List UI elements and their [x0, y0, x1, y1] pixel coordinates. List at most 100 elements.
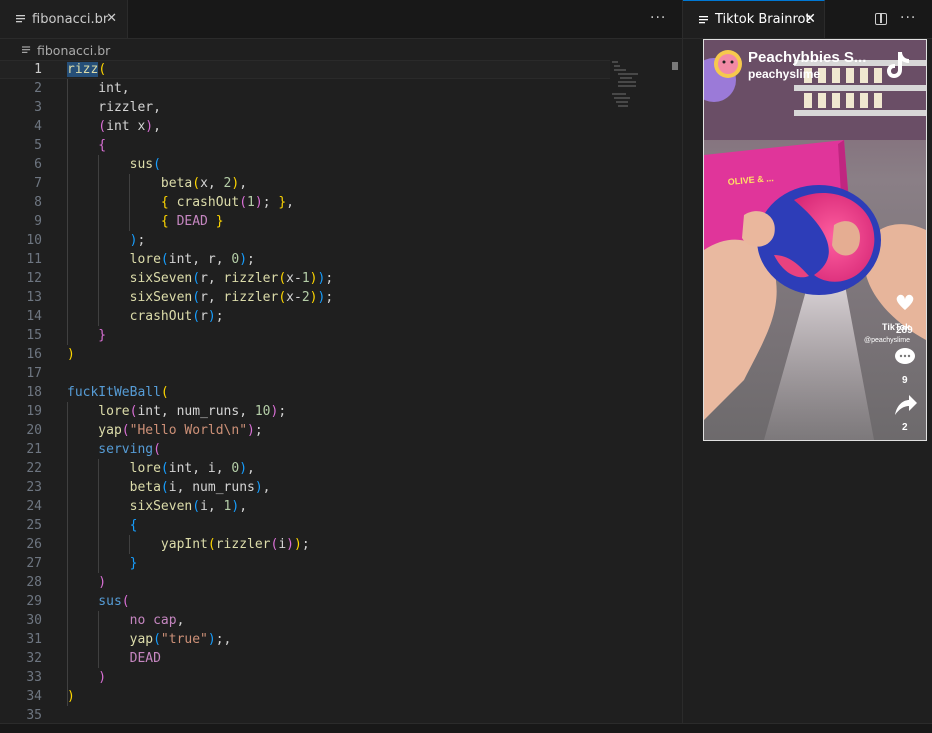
code-token: , [176, 613, 185, 628]
code-token: , [247, 461, 255, 476]
code-token: serving [67, 442, 154, 457]
code-line[interactable]: 29 sus( [0, 592, 610, 611]
code-line[interactable]: 6 sus( [0, 155, 610, 174]
code-token: lore [67, 404, 130, 419]
code-text: int, [67, 79, 130, 98]
breadcrumb-file[interactable]: fibonacci.br [37, 43, 110, 58]
code-text: rizz( [67, 60, 106, 79]
code-line[interactable]: 9 { DEAD } [0, 212, 610, 231]
code-text: lore(int, num_runs, 10); [67, 402, 286, 421]
code-line[interactable]: 21 serving( [0, 440, 610, 459]
code-token: ; [215, 309, 224, 324]
code-line[interactable]: 10 ); [0, 231, 610, 250]
code-line[interactable]: 26 yapInt(rizzler(i)); [0, 535, 610, 554]
code-text: } [67, 326, 106, 345]
code-token: ) [239, 252, 248, 267]
code-token: i, num_runs [168, 480, 255, 495]
code-line[interactable]: 13 sixSeven(r, rizzler(x-2)); [0, 288, 610, 307]
code-text: { [67, 136, 106, 155]
code-line[interactable]: 17 [0, 364, 610, 383]
code-token: ( [67, 119, 107, 134]
code-line[interactable]: 19 lore(int, num_runs, 10); [0, 402, 610, 421]
code-line[interactable]: 23 beta(i, num_runs), [0, 478, 610, 497]
minimap[interactable] [610, 60, 670, 120]
code-token: ( [153, 442, 161, 457]
code-line[interactable]: 18 fuckItWeBall( [0, 383, 610, 402]
tab-label: fibonacci.br [32, 11, 109, 27]
code-line[interactable]: 30 no cap, [0, 611, 610, 630]
code-line[interactable]: 3 rizzler, [0, 98, 610, 117]
scrollbar-thumb[interactable] [672, 62, 678, 70]
ellipsis-icon[interactable]: ··· [650, 10, 666, 26]
code-editor[interactable]: 1 rizz(2 int, 3 rizzler, 4 (int x), 5 {6 sus… [0, 60, 610, 730]
ellipsis-icon[interactable]: ··· [900, 10, 916, 26]
line-number: 11 [26, 252, 42, 267]
code-line[interactable]: 5 { [0, 136, 610, 155]
code-line[interactable]: 34) [0, 687, 610, 706]
code-line[interactable]: 32 DEAD [0, 649, 610, 668]
code-token: ) [207, 309, 216, 324]
code-token: 1 [247, 195, 255, 210]
tab-fibonacci[interactable]: fibonacci.br ✕ [0, 0, 128, 38]
code-line[interactable]: 11 lore(int, r, 0); [0, 250, 610, 269]
code-token: ( [278, 290, 287, 305]
code-line[interactable]: 7 beta(x, 2), [0, 174, 610, 193]
code-line[interactable]: 33 ) [0, 668, 610, 687]
code-token: } [67, 328, 107, 343]
tiktok-video[interactable]: OLIVE & ... Peachybbies S... peachyslime [703, 39, 927, 441]
code-token: ) [67, 670, 107, 685]
code-line[interactable]: 31 yap("true");, [0, 630, 610, 649]
code-token: sixSeven [67, 271, 193, 286]
code-line[interactable]: 20 yap("Hello World\n"); [0, 421, 610, 440]
code-line[interactable]: 27 } [0, 554, 610, 573]
tab-tiktok-brainrot[interactable]: Tiktok Brainrot ✕ [683, 0, 825, 38]
code-line[interactable]: 25 { [0, 516, 610, 535]
code-token: int, num_runs, [137, 404, 255, 419]
close-icon[interactable]: ✕ [804, 11, 816, 27]
code-token: ( [160, 480, 169, 495]
split-editor-icon[interactable] [875, 13, 887, 25]
line-number: 22 [26, 461, 42, 476]
preview-pane: Tiktok Brainrot ✕ ··· OLIVE & ... Peachy… [683, 0, 932, 732]
code-token: } [67, 556, 138, 571]
code-token: r, [200, 271, 224, 286]
code-line[interactable]: 24 sixSeven(i, 1), [0, 497, 610, 516]
line-number: 25 [26, 518, 42, 533]
vertical-scrollbar[interactable] [670, 60, 680, 720]
code-text: lore(int, i, 0), [67, 459, 255, 478]
line-number: 12 [26, 271, 42, 286]
code-token: ( [278, 271, 287, 286]
code-line[interactable]: 15 } [0, 326, 610, 345]
code-line[interactable]: 16) [0, 345, 610, 364]
code-line[interactable]: 4 (int x), [0, 117, 610, 136]
code-text: sixSeven(i, 1), [67, 497, 247, 516]
code-token: ( [192, 271, 201, 286]
close-icon[interactable]: ✕ [106, 11, 117, 26]
code-line[interactable]: 14 crashOut(r); [0, 307, 610, 326]
code-line[interactable]: 28 ) [0, 573, 610, 592]
line-number: 13 [26, 290, 42, 305]
code-text: beta(x, 2), [67, 174, 247, 193]
code-line[interactable]: 22 lore(int, i, 0), [0, 459, 610, 478]
code-token: ( [160, 252, 169, 267]
code-token: lore [67, 461, 161, 476]
line-number: 2 [34, 81, 42, 96]
code-token: int, r, [168, 252, 232, 267]
code-token: DEAD [67, 651, 161, 666]
code-token: ( [192, 309, 201, 324]
code-text: fuckItWeBall( [67, 383, 169, 402]
code-line[interactable]: 1 rizz( [0, 60, 610, 79]
code-text: beta(i, num_runs), [67, 478, 271, 497]
code-token: { [67, 518, 138, 533]
code-text: rizzler, [67, 98, 161, 117]
code-line[interactable]: 8 { crashOut(1); }, [0, 193, 610, 212]
svg-text:2: 2 [902, 422, 908, 433]
code-line[interactable]: 12 sixSeven(r, rizzler(x-1)); [0, 269, 610, 288]
line-number: 28 [26, 575, 42, 590]
code-line[interactable]: 2 int, [0, 79, 610, 98]
line-number: 31 [26, 632, 42, 647]
code-token: { [67, 195, 177, 210]
svg-text:9: 9 [902, 375, 908, 386]
code-token: int, [67, 81, 130, 96]
code-token: ( [192, 290, 201, 305]
